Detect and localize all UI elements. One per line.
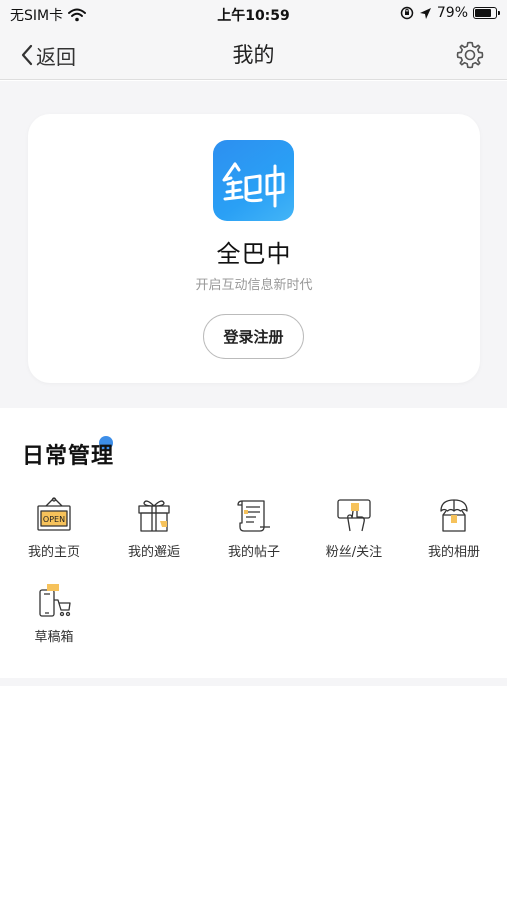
phone-cart-icon — [39, 584, 71, 617]
grid-item-drafts[interactable]: 草稿箱 — [4, 582, 104, 652]
app-name: 全巴中 — [216, 240, 292, 268]
battery-fill — [475, 9, 491, 17]
settings-gear-icon[interactable] — [455, 40, 485, 70]
profile-area: 全巴中 开启互动信息新时代 登录注册 — [0, 81, 507, 408]
open-sign-icon: OPEN — [37, 497, 71, 531]
umbrella-box-icon — [440, 499, 468, 532]
battery-icon — [473, 7, 500, 19]
profile-card: 全巴中 开启互动信息新时代 登录注册 — [28, 114, 480, 383]
nav-bar: 返回 我的 — [0, 30, 507, 80]
page-title: 我的 — [232, 43, 275, 67]
orientation-lock-icon — [400, 6, 414, 20]
grid-item-my-posts[interactable]: 我的帖子 — [204, 497, 304, 567]
grid-label: 我的帖子 — [227, 545, 280, 560]
gift-box-icon — [138, 500, 170, 532]
grid-label: 粉丝/关注 — [325, 545, 383, 560]
grid-label: 我的邂逅 — [127, 545, 180, 560]
app-slogan: 开启互动信息新时代 — [195, 278, 313, 293]
grid-item-my-album[interactable]: 我的相册 — [404, 497, 504, 567]
grid-label: 我的相册 — [427, 545, 480, 560]
grid-label: 草稿箱 — [34, 630, 74, 645]
grid-item-my-encounters[interactable]: 我的邂逅 — [104, 497, 204, 567]
section-divider — [0, 678, 507, 686]
battery-percent: 79% — [436, 5, 468, 21]
svg-text:OPEN: OPEN — [43, 515, 65, 524]
section-title: 日常管理 — [22, 444, 115, 469]
grid-item-my-homepage[interactable]: OPEN 我的主页 — [4, 497, 104, 567]
grid-label: 我的主页 — [27, 545, 80, 560]
login-register-button[interactable]: 登录注册 — [203, 314, 304, 359]
status-right: 79% — [400, 5, 500, 21]
app-logo-mark — [222, 162, 285, 208]
status-bar: 无SIM卡 上午10:59 79% — [0, 0, 507, 30]
phone-hand-icon — [337, 499, 371, 532]
grid-item-fans-follow[interactable]: 粉丝/关注 — [304, 497, 404, 567]
app-logo — [213, 140, 294, 221]
document-icon — [237, 500, 270, 532]
location-arrow-icon — [419, 7, 431, 19]
